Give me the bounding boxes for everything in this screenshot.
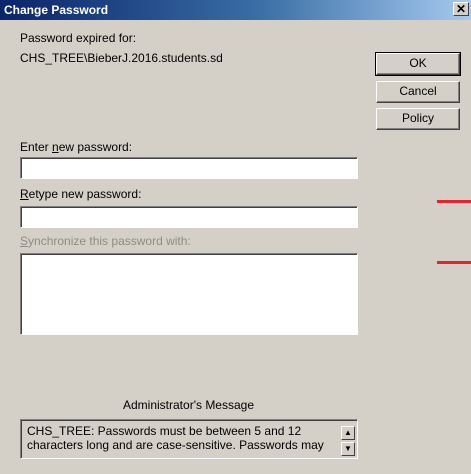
ok-button[interactable]: OK bbox=[375, 52, 461, 76]
new-password-label-suffix: ew password: bbox=[58, 140, 133, 154]
password-expired-label: Password expired for: bbox=[20, 31, 137, 45]
arrow-up-icon: ▲ bbox=[344, 428, 352, 437]
new-password-label-prefix: Enter bbox=[20, 140, 53, 154]
cancel-button[interactable]: Cancel bbox=[376, 81, 460, 103]
retype-password-field[interactable] bbox=[20, 206, 358, 228]
admin-message-box[interactable]: CHS_TREE: Passwords must be between 5 an… bbox=[20, 419, 358, 459]
new-password-field[interactable] bbox=[20, 157, 358, 179]
annotation-marker bbox=[437, 261, 471, 264]
close-icon: ✕ bbox=[455, 2, 467, 16]
sync-label-suffix: ynchronize this password with: bbox=[28, 234, 191, 248]
change-password-dialog: Change Password ✕ Password expired for: … bbox=[0, 0, 471, 474]
sync-label-accelerator: S bbox=[20, 234, 29, 248]
title-bar: Change Password ✕ bbox=[0, 0, 471, 20]
scroll-up-button[interactable]: ▲ bbox=[341, 426, 355, 440]
annotation-marker bbox=[437, 200, 471, 203]
synchronize-label: Synchronize this password with: bbox=[20, 234, 191, 248]
arrow-down-icon: ▼ bbox=[344, 444, 352, 453]
retype-password-label: Retype new password: bbox=[20, 187, 141, 201]
window-title: Change Password bbox=[4, 3, 109, 17]
close-button[interactable]: ✕ bbox=[453, 2, 469, 16]
new-password-label: Enter new password: bbox=[20, 140, 132, 154]
retype-label-suffix: etype new password: bbox=[28, 187, 142, 201]
policy-button[interactable]: Policy bbox=[376, 108, 460, 130]
admin-message-text: CHS_TREE: Passwords must be between 5 an… bbox=[27, 424, 324, 452]
scroll-down-button[interactable]: ▼ bbox=[341, 442, 355, 456]
retype-label-accelerator: R bbox=[20, 187, 29, 201]
synchronize-list[interactable] bbox=[20, 253, 358, 335]
admin-message-heading: Administrator's Message bbox=[123, 398, 255, 412]
new-password-label-accelerator: n bbox=[52, 140, 59, 154]
account-name: CHS_TREE\BieberJ.2016.students.sd bbox=[20, 51, 223, 65]
